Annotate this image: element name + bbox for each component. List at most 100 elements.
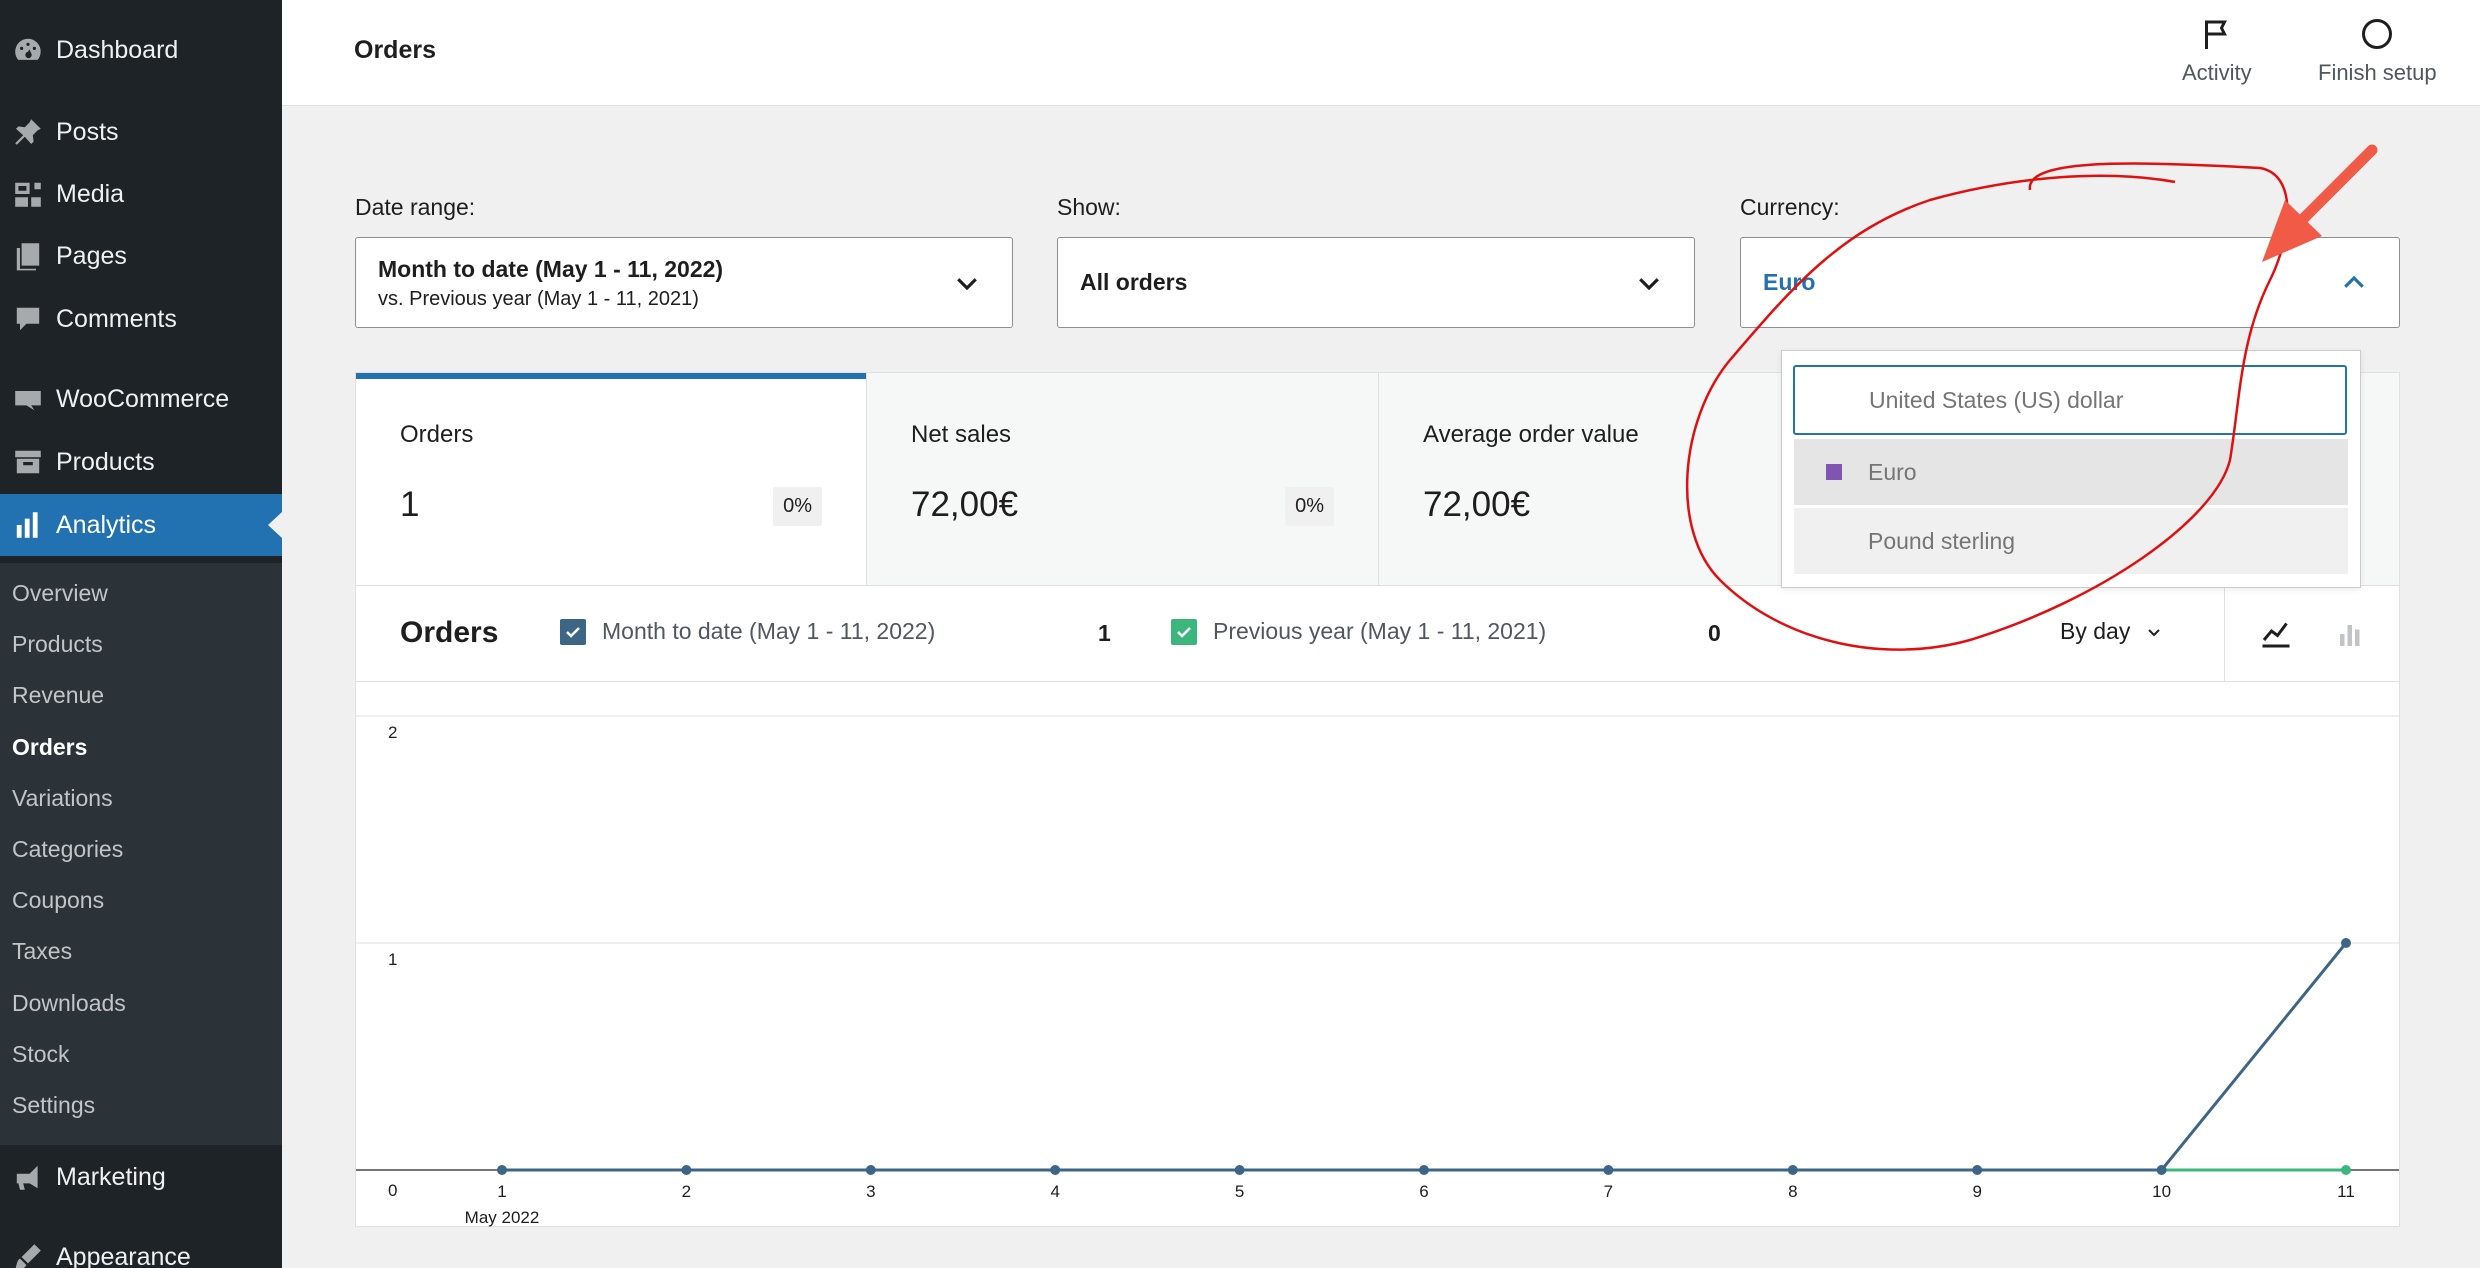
finish-setup-button[interactable]: Finish setup bbox=[2318, 16, 2437, 86]
sidebar-item-label: Products bbox=[56, 447, 155, 476]
data-point-current bbox=[1787, 1165, 1798, 1175]
bar-chart-icon[interactable] bbox=[2331, 616, 2367, 652]
analytics-submenu: Overview Products Revenue Orders Variati… bbox=[0, 563, 282, 1145]
submenu-item-variations[interactable]: Variations bbox=[12, 778, 113, 818]
date-range-compare: vs. Previous year (May 1 - 11, 2021) bbox=[378, 288, 699, 310]
sidebar-item-label: Dashboard bbox=[56, 35, 179, 64]
tile-label: Orders bbox=[400, 421, 474, 448]
dashboard-icon bbox=[0, 34, 56, 66]
submenu-item-taxes[interactable]: Taxes bbox=[12, 931, 72, 971]
submenu-item-orders[interactable]: Orders bbox=[12, 727, 87, 767]
sidebar-item-label: Comments bbox=[56, 304, 177, 333]
sidebar-item-media[interactable]: Media bbox=[0, 163, 282, 225]
submenu-item-settings[interactable]: Settings bbox=[12, 1085, 95, 1125]
sidebar-item-analytics[interactable]: Analytics bbox=[0, 494, 282, 556]
x-tick-label: 5 bbox=[1235, 1182, 1244, 1201]
chevron-down-icon bbox=[1639, 278, 1659, 291]
flag-icon bbox=[2204, 20, 2227, 49]
data-point-current bbox=[1603, 1165, 1614, 1175]
summary-tile-orders[interactable]: Orders 1 0% bbox=[356, 373, 867, 585]
currency-value: Euro bbox=[1763, 269, 1816, 295]
submenu-item-categories[interactable]: Categories bbox=[12, 829, 123, 869]
activity-button[interactable]: Activity bbox=[2182, 16, 2252, 86]
show-select[interactable]: All orders bbox=[1057, 237, 1695, 328]
show-value: All orders bbox=[1080, 269, 1188, 295]
page-title: Orders bbox=[354, 36, 436, 64]
data-point-current bbox=[2341, 938, 2351, 948]
currency-label: Currency: bbox=[1740, 194, 1840, 220]
sidebar-item-pages[interactable]: Pages bbox=[0, 225, 282, 287]
sidebar-item-label: Pages bbox=[56, 241, 127, 270]
currency-select[interactable]: Euro bbox=[1740, 237, 2400, 328]
legend-previous[interactable]: Previous year (May 1 - 11, 2021) bbox=[1171, 618, 1546, 645]
red-arrow-icon bbox=[2294, 144, 2378, 228]
tile-value: 72,00€ bbox=[911, 485, 1019, 524]
sidebar-item-comments[interactable]: Comments bbox=[0, 288, 282, 350]
sidebar-item-dashboard[interactable]: Dashboard bbox=[0, 19, 282, 81]
currency-option-usd[interactable]: United States (US) dollar bbox=[1793, 365, 2347, 435]
chevron-down-icon bbox=[957, 278, 977, 291]
tile-delta: 0% bbox=[1285, 487, 1334, 526]
sidebar-item-label: WooCommerce bbox=[56, 384, 230, 413]
summary-tile-net-sales[interactable]: Net sales 72,00€ 0% bbox=[867, 373, 1379, 585]
progress-ring-icon bbox=[2362, 19, 2393, 49]
currency-option-euro[interactable]: Euro bbox=[1794, 439, 2348, 505]
orders-line-chart: 0 1 2 1 2 3 4 5 6 7 8 9 10 11 May 2022 bbox=[356, 715, 2399, 1227]
admin-sidebar: Dashboard Posts Media Pages Comments Woo… bbox=[0, 0, 282, 1268]
sidebar-item-label: Analytics bbox=[56, 510, 157, 539]
checkbox-checked-icon[interactable] bbox=[1171, 618, 1197, 645]
x-sublabel: May 2022 bbox=[465, 1208, 540, 1227]
sidebar-item-label: Media bbox=[56, 179, 125, 208]
line-chart-icon[interactable] bbox=[2258, 616, 2294, 652]
pin-icon bbox=[0, 116, 56, 148]
selected-swatch-icon bbox=[1826, 464, 1842, 480]
show-label: Show: bbox=[1057, 194, 1121, 220]
tile-delta: 0% bbox=[773, 487, 822, 526]
y-tick-label: 2 bbox=[388, 723, 397, 742]
data-point-current bbox=[1234, 1165, 1245, 1175]
media-icon bbox=[0, 178, 56, 210]
sidebar-item-label: Posts bbox=[56, 117, 119, 146]
submenu-item-coupons[interactable]: Coupons bbox=[12, 880, 104, 920]
series-line-current bbox=[2160, 942, 2348, 1171]
submenu-item-revenue[interactable]: Revenue bbox=[12, 675, 104, 715]
option-label: Euro bbox=[1868, 458, 1917, 485]
megaphone-icon bbox=[0, 1161, 56, 1193]
data-point-current bbox=[1419, 1165, 1429, 1175]
tile-label: Net sales bbox=[911, 421, 1012, 448]
x-tick-label: 6 bbox=[1419, 1182, 1428, 1201]
data-point-current bbox=[1972, 1165, 1983, 1175]
interval-select[interactable]: By day bbox=[2060, 618, 2164, 645]
chart-header: Orders Month to date (May 1 - 11, 2022) … bbox=[356, 586, 2399, 682]
date-range-select[interactable]: Month to date (May 1 - 11, 2022) vs. Pre… bbox=[355, 237, 1013, 328]
sidebar-item-posts[interactable]: Posts bbox=[0, 101, 282, 163]
legend-current[interactable]: Month to date (May 1 - 11, 2022) bbox=[560, 618, 935, 645]
data-point-current bbox=[2156, 1165, 2167, 1175]
sidebar-item-appearance[interactable]: Appearance bbox=[0, 1226, 282, 1268]
chevron-down-icon bbox=[2148, 628, 2161, 636]
date-range-value: Month to date (May 1 - 11, 2022) bbox=[378, 256, 724, 282]
sidebar-item-woocommerce[interactable]: WooCommerce bbox=[0, 368, 282, 430]
sidebar-item-products[interactable]: Products bbox=[0, 431, 282, 493]
woo-icon bbox=[0, 383, 56, 415]
activity-label: Activity bbox=[2182, 60, 2252, 85]
x-tick-label: 8 bbox=[1788, 1182, 1797, 1201]
data-point-current bbox=[865, 1165, 876, 1175]
submenu-item-stock[interactable]: Stock bbox=[12, 1034, 70, 1074]
y-tick-label: 0 bbox=[388, 1181, 397, 1200]
data-point-current bbox=[1050, 1165, 1061, 1175]
submenu-item-downloads[interactable]: Downloads bbox=[12, 983, 126, 1023]
x-tick-label: 9 bbox=[1972, 1182, 1981, 1201]
tile-value: 1 bbox=[400, 485, 420, 524]
x-tick-label: 7 bbox=[1604, 1182, 1613, 1201]
x-tick-label: 11 bbox=[2337, 1182, 2355, 1201]
checkbox-checked-icon[interactable] bbox=[560, 618, 586, 645]
submenu-item-products[interactable]: Products bbox=[12, 624, 103, 664]
sidebar-item-label: Appearance bbox=[56, 1242, 191, 1268]
submenu-item-overview[interactable]: Overview bbox=[12, 573, 108, 613]
currency-option-gbp[interactable]: Pound sterling bbox=[1794, 508, 2348, 574]
comment-icon bbox=[0, 303, 56, 335]
tile-value: 72,00€ bbox=[1423, 485, 1531, 524]
chart-panel: Orders Month to date (May 1 - 11, 2022) … bbox=[355, 585, 2400, 1227]
sidebar-item-marketing[interactable]: Marketing bbox=[0, 1146, 282, 1208]
